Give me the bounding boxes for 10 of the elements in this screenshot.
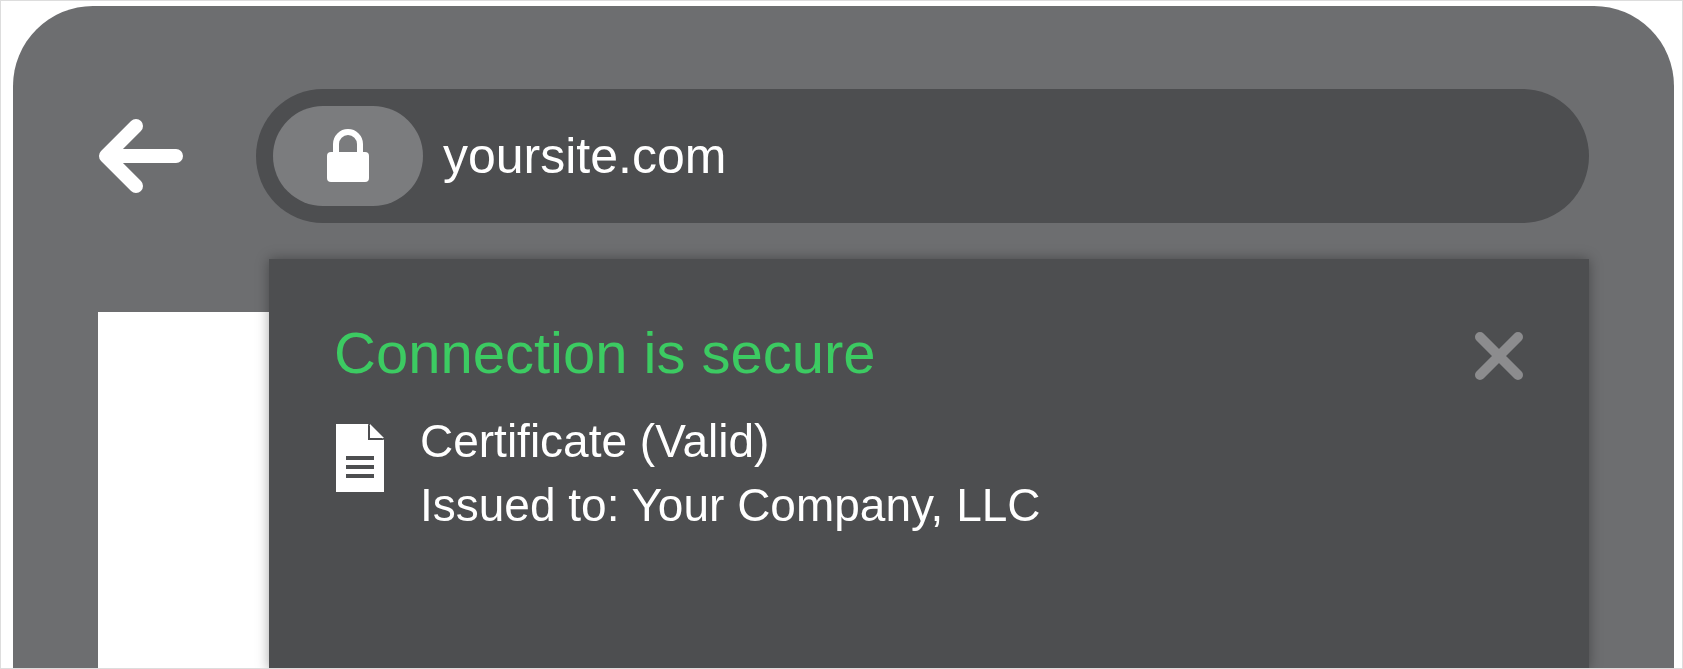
lock-icon bbox=[324, 128, 372, 184]
address-bar[interactable]: yoursite.com bbox=[256, 89, 1589, 223]
close-icon[interactable] bbox=[1474, 331, 1524, 381]
document-icon bbox=[334, 422, 386, 494]
issued-to-text: Issued to: Your Company, LLC bbox=[420, 478, 1041, 532]
certificate-status: Certificate (Valid) bbox=[420, 414, 771, 468]
lock-button[interactable] bbox=[273, 106, 423, 206]
url-text: yoursite.com bbox=[443, 127, 727, 185]
back-arrow-icon[interactable] bbox=[96, 116, 186, 196]
popup-title: Connection is secure bbox=[334, 319, 876, 386]
